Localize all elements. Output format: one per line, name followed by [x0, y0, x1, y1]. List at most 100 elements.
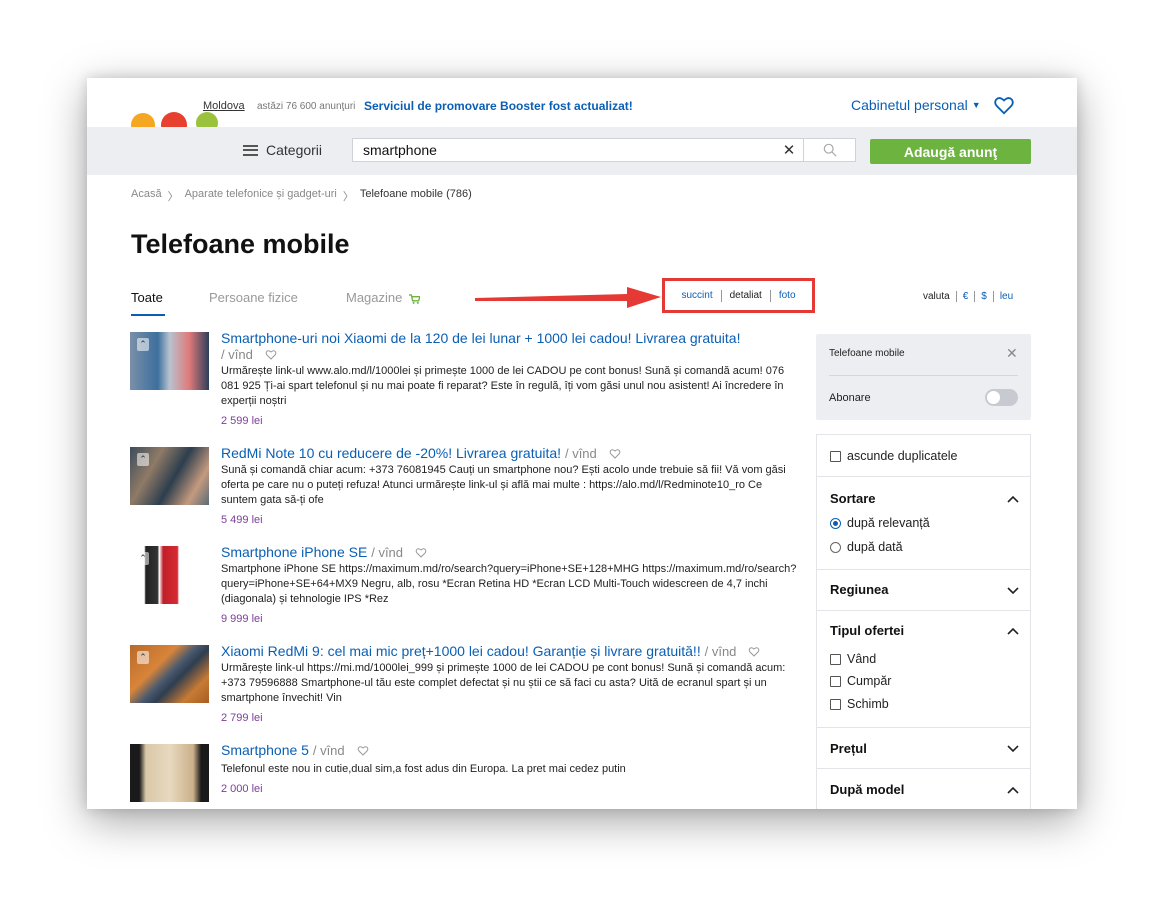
promo-link[interactable]: Serviciul de promovare Booster fost actu… [364, 99, 633, 113]
cart-icon [409, 294, 420, 304]
booster-badge-icon: ⌃ [137, 651, 149, 664]
listing-tag: / vînd [312, 743, 345, 758]
caret-down-icon: ▼ [971, 100, 981, 110]
sort-date-label: după dată [847, 540, 903, 554]
view-succinct-link[interactable]: succint [673, 290, 720, 301]
offer-sell-checkbox[interactable]: Vând [830, 652, 876, 666]
filter-summary-panel: Telefoane mobile ✕ Abonare [816, 334, 1031, 420]
favorite-heart-icon[interactable] [415, 547, 427, 558]
clear-search-icon[interactable]: ✕ [775, 141, 803, 159]
listing-photo[interactable]: ⌃ [130, 447, 209, 505]
listing-photo[interactable] [130, 744, 209, 802]
listing-title-text: Smartphone iPhone SE [221, 544, 368, 560]
chevron-up-icon[interactable] [1007, 627, 1019, 635]
divider [817, 569, 1030, 570]
categories-label: Categorii [266, 142, 323, 158]
subscribe-toggle[interactable] [985, 389, 1018, 406]
currency-eur[interactable]: € [963, 291, 969, 302]
currency-leu[interactable]: leu [1000, 291, 1013, 302]
view-mode-switcher: succint detaliat foto [662, 278, 815, 313]
listing-title[interactable]: Smartphone 5 / vînd [221, 742, 369, 759]
hide-duplicates-checkbox[interactable]: ascunde duplicatele [830, 449, 958, 463]
listing-title-text: Smartphone-uri noi Xiaomi de la 120 de l… [221, 330, 741, 346]
listing-title[interactable]: Smartphone iPhone SE / vînd [221, 544, 427, 561]
chevron-down-icon[interactable] [1007, 587, 1019, 595]
add-listing-button[interactable]: Adaugă anunţ [870, 139, 1031, 164]
listing-tag: / vînd [221, 347, 253, 362]
currency-switcher: valuta € $ leu [923, 291, 1013, 302]
listing-description: Sună și comandă chiar acum: +373 7608194… [221, 464, 786, 506]
currency-usd[interactable]: $ [981, 291, 987, 302]
offer-sell-label: Vând [847, 652, 877, 666]
hamburger-icon [243, 144, 258, 156]
listing-photo[interactable]: ⌃ [130, 546, 209, 604]
divider [992, 291, 994, 302]
personal-cabinet-menu[interactable]: Cabinetul personal ▼ [851, 97, 981, 113]
tab-shops-label: Magazine [346, 290, 403, 305]
listing-price: 2 599 lei [221, 415, 263, 427]
offer-buy-label: Cumpăr [847, 674, 892, 688]
sort-relevance-label: după relevanță [847, 516, 930, 530]
view-photo-link[interactable]: foto [771, 290, 804, 301]
sort-date-radio[interactable]: după dată [830, 540, 903, 554]
listing-price: 9 999 lei [221, 613, 263, 625]
favorite-heart-icon[interactable] [265, 349, 277, 360]
categories-button[interactable]: Categorii [243, 142, 322, 158]
listing-title[interactable]: Xiaomi RedMi 9: cel mai mic preț+1000 le… [221, 643, 760, 660]
checkbox-box [830, 698, 841, 710]
divider [829, 375, 1018, 376]
search-input[interactable]: smartphone [353, 142, 775, 158]
page-title: Telefoane mobile [131, 229, 350, 259]
tab-all[interactable]: Toate [131, 290, 163, 305]
sort-relevance-radio[interactable]: după relevanță [830, 516, 930, 530]
breadcrumb-home[interactable]: Acasă [131, 188, 162, 204]
search-icon [823, 143, 837, 157]
chevron-up-icon[interactable] [1007, 786, 1019, 794]
chevron-up-icon[interactable] [1007, 495, 1019, 503]
listing-title[interactable]: RedMi Note 10 cu reducere de -20%! Livra… [221, 445, 621, 462]
favorites-heart-icon[interactable] [993, 94, 1015, 116]
listing-photo[interactable]: ⌃ [130, 645, 209, 703]
ads-count: astăzi 76 600 anunţuri [257, 101, 356, 112]
divider [955, 291, 957, 302]
region-heading[interactable]: Regiunea [830, 582, 889, 597]
listing-description: Urmărește link-ul https://mi.md/1000lei_… [221, 662, 786, 704]
favorite-heart-icon[interactable] [357, 745, 369, 756]
active-tab-indicator [131, 314, 165, 316]
listing-tag: / vînd [564, 446, 597, 461]
favorite-heart-icon[interactable] [609, 448, 621, 459]
listing-price: 2 799 lei [221, 712, 263, 724]
model-heading[interactable]: După model [830, 782, 904, 797]
radio-unselected [830, 541, 841, 553]
offer-type-heading[interactable]: Tipul ofertei [830, 623, 904, 638]
offer-exchange-checkbox[interactable]: Schimb [830, 697, 889, 711]
price-heading[interactable]: Prețul [830, 741, 867, 756]
radio-selected [830, 517, 841, 529]
location-link[interactable]: Moldova [203, 100, 245, 112]
tab-individuals[interactable]: Persoane fizice [209, 290, 298, 305]
search-button[interactable] [804, 138, 856, 162]
search-box[interactable]: smartphone ✕ [352, 138, 804, 162]
booster-badge-icon: ⌃ [137, 453, 149, 466]
listing-title[interactable]: Smartphone-uri noi Xiaomi de la 120 de l… [221, 330, 740, 363]
listing-photo[interactable]: ⌃ [130, 332, 209, 390]
chevron-down-icon[interactable] [1007, 745, 1019, 753]
hide-duplicates-label: ascunde duplicatele [847, 449, 958, 463]
breadcrumb-gadgets[interactable]: Aparate telefonice și gadget-uri [185, 188, 337, 204]
divider [817, 476, 1030, 477]
listing-description: Urmărește link-ul www.alo.md/l/1000lei ș… [221, 365, 785, 407]
close-icon[interactable]: ✕ [1006, 345, 1018, 362]
booster-badge-icon: ⌃ [137, 552, 149, 565]
divider [974, 291, 976, 302]
offer-buy-checkbox[interactable]: Cumpăr [830, 674, 891, 688]
tab-shops[interactable]: Magazine [346, 290, 420, 305]
personal-cabinet-label: Cabinetul personal [851, 97, 968, 113]
favorite-heart-icon[interactable] [748, 646, 760, 657]
breadcrumb-separator: 〉 [342, 191, 354, 203]
subscribe-label: Abonare [829, 392, 871, 404]
breadcrumb: Acasă 〉 Aparate telefonice și gadget-uri… [131, 188, 472, 204]
browser-window: Moldova astăzi 76 600 anunţuri Serviciul… [87, 78, 1077, 809]
filter-category-label: Telefoane mobile [829, 348, 905, 359]
filters-panel: ascunde duplicatele Sortare după relevan… [816, 434, 1031, 809]
sort-heading[interactable]: Sortare [830, 491, 876, 506]
